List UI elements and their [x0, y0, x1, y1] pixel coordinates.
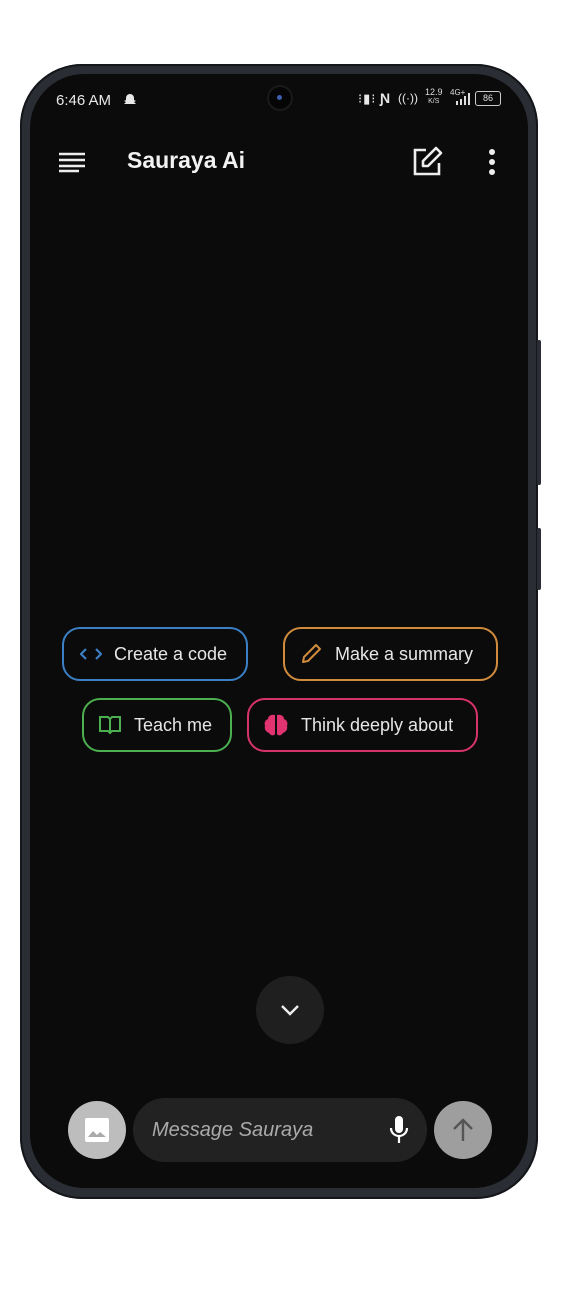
front-camera: [269, 87, 291, 109]
suggestion-think-deeply[interactable]: Think deeply about: [247, 698, 478, 752]
volume-button: [537, 340, 541, 485]
brain-icon: [264, 714, 288, 736]
scroll-down-button[interactable]: [256, 976, 324, 1044]
suggestion-create-code[interactable]: Create a code: [62, 627, 248, 681]
arrow-up-icon: [453, 1118, 473, 1141]
send-button[interactable]: [434, 1101, 492, 1159]
suggestion-label: Think deeply about: [301, 714, 454, 735]
power-button: [537, 528, 541, 590]
status-time: 6:46 AM: [56, 92, 112, 109]
message-composer: [133, 1098, 427, 1162]
chevron-down-icon: [281, 1005, 299, 1016]
nfc-icon: Ɲ: [380, 90, 391, 106]
image-icon: [85, 1118, 109, 1142]
pencil-icon: [302, 644, 321, 663]
battery-indicator: 86: [475, 91, 501, 106]
hotspot-icon: ((·)): [398, 91, 418, 105]
snapchat-icon: [124, 94, 136, 104]
suggestion-label: Make a summary: [335, 643, 474, 664]
page-title: Sauraya Ai: [127, 147, 246, 173]
book-icon: [99, 716, 121, 735]
vibrate-icon: ⁝▮⁝: [358, 91, 377, 106]
more-options-icon[interactable]: [488, 148, 496, 176]
net-speed: 12.9: [425, 87, 443, 97]
suggestion-label: Create a code: [114, 643, 228, 664]
microphone-icon[interactable]: [389, 1115, 409, 1145]
suggestion-label: Teach me: [134, 714, 213, 735]
signal-icon: [456, 93, 470, 105]
screen: 6:46 AM ⁝▮⁝ Ɲ ((·)) 12.9 K/S 4G+ 86 Saur…: [30, 74, 528, 1188]
suggestion-teach-me[interactable]: Teach me: [82, 698, 232, 752]
message-input[interactable]: [150, 1117, 374, 1143]
suggestion-make-summary[interactable]: Make a summary: [283, 627, 498, 681]
code-icon: [80, 648, 102, 660]
net-unit: K/S: [428, 98, 440, 105]
attach-image-button[interactable]: [68, 1101, 126, 1159]
menu-icon[interactable]: [58, 151, 88, 173]
new-chat-icon[interactable]: [411, 146, 443, 178]
